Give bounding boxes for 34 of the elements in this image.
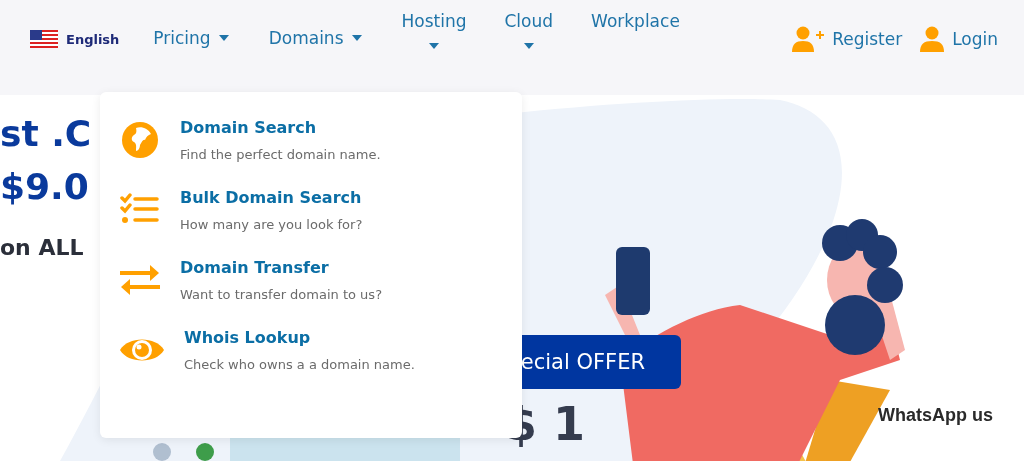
nav-link[interactable]: Hosting [401,11,467,49]
dropdown-item[interactable]: Domain Transfer Want to transfer domain to us? [120,258,502,302]
item-title: Whois Lookup [184,328,312,347]
whatsapp-label[interactable]: WhatsApp us [878,405,993,426]
language-label[interactable]: English [66,31,120,47]
account-link[interactable]: Register [792,26,903,52]
nav-link[interactable]: Domains [268,28,362,48]
item-description: Want to transfer domain to us? [180,287,383,302]
hero-subheading: on ALL [0,235,85,260]
globe-icon [120,120,160,160]
account-link[interactable]: Login [920,26,998,52]
dropdown-item[interactable]: Bulk Domain Search How many are you look for? [120,188,502,232]
hero-price: $9.0 [0,166,90,207]
add-user-icon [792,26,825,52]
plant-drawing [196,443,214,461]
item-description: Find the perfect domain name. [180,147,381,162]
nav-link[interactable]: Workplace [591,11,680,31]
transfer-arrows-icon [120,264,160,296]
item-title: Bulk Domain Search [180,188,363,207]
item-description: Check who owns a a domain name. [184,357,415,372]
item-title: Domain Transfer [180,258,330,277]
dropdown-item[interactable]: Whois Lookup Check who owns a a domain name. [120,328,502,372]
user-icon [920,26,945,52]
caret-icon [523,43,534,49]
hero-heading: st .C [0,113,92,154]
caret-icon [351,35,362,41]
us-flag-icon [30,30,58,48]
caret-icon [218,35,229,41]
nav-link[interactable]: Pricing [153,28,229,48]
item-description: How many are you look for? [180,217,363,232]
dropdown-item[interactable]: Domain Search Find the perfect domain name. [120,118,502,162]
caret-icon [429,43,439,49]
item-title: Domain Search [180,118,318,137]
nav-link[interactable]: Cloud [504,11,554,49]
